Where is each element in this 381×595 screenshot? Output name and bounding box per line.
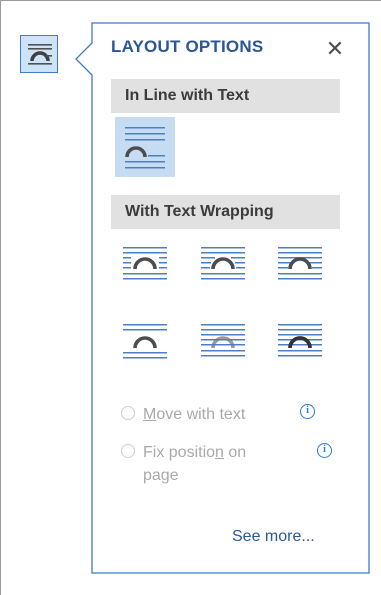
move-with-text-info-icon[interactable]: i [300, 404, 315, 419]
tight-wrap-icon [201, 247, 245, 280]
in-line-with-text-option[interactable] [115, 117, 175, 177]
in-line-with-text-icon [125, 127, 165, 169]
behind-text-icon [201, 324, 245, 357]
fix-position-radio[interactable] [121, 444, 135, 458]
see-more-link[interactable]: See more... [232, 528, 315, 546]
behind-text-option[interactable] [193, 312, 253, 372]
move-with-text-option[interactable]: Move with text [121, 403, 245, 426]
in-front-of-text-icon [278, 324, 322, 357]
in-front-of-text-option[interactable] [270, 312, 330, 372]
close-icon[interactable]: ✕ [320, 34, 350, 64]
square-wrap-option[interactable] [115, 235, 175, 295]
top-and-bottom-wrap-option[interactable] [115, 312, 175, 372]
square-wrap-icon [123, 247, 167, 280]
move-with-text-label: Move with text [143, 406, 246, 423]
section-with-text-wrapping: With Text Wrapping [111, 195, 340, 229]
fix-position-info-icon[interactable]: i [317, 443, 332, 458]
through-wrap-icon [278, 247, 322, 280]
through-wrap-option[interactable] [270, 235, 330, 295]
move-with-text-radio[interactable] [121, 406, 135, 420]
tight-wrap-option[interactable] [193, 235, 253, 295]
pane-title: LAYOUT OPTIONS [111, 37, 264, 56]
fix-position-option[interactable]: Fix position on page [121, 441, 246, 487]
top-and-bottom-wrap-icon [123, 324, 167, 359]
fix-position-label: Fix position on page [143, 444, 247, 484]
section-in-line-with-text: In Line with Text [111, 79, 340, 113]
